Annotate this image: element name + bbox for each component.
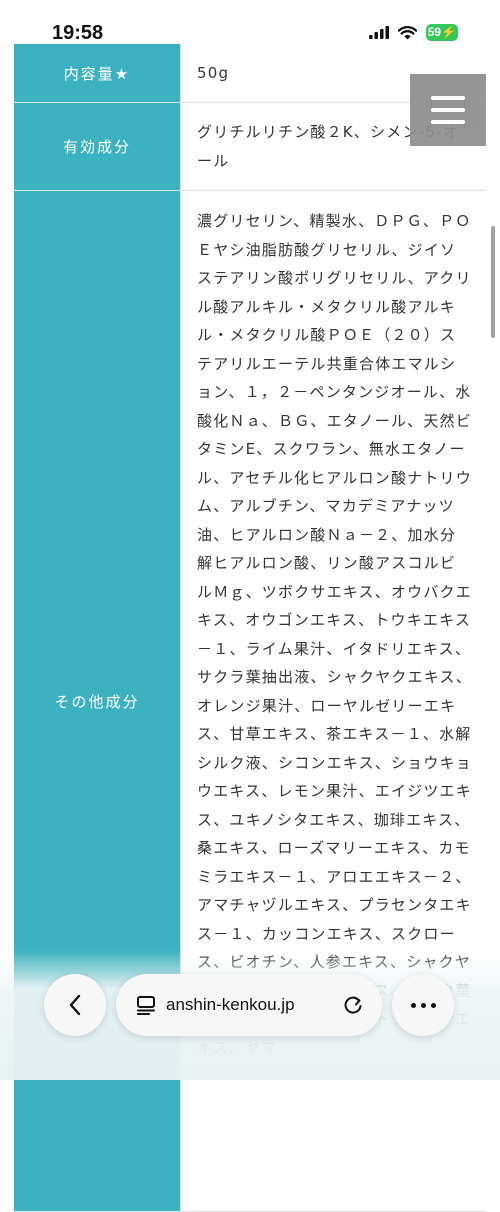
status-bar: 19:58 59⚡ <box>0 0 500 44</box>
reload-icon[interactable] <box>342 994 364 1016</box>
more-dots-icon <box>410 1002 436 1008</box>
url-text: anshin-kenkou.jp <box>166 995 295 1014</box>
tabs-icon[interactable] <box>136 995 156 1015</box>
row-header-capacity: 内容量★ <box>14 44 181 103</box>
hamburger-menu-icon[interactable] <box>410 74 486 146</box>
wifi-icon <box>397 25 417 39</box>
status-time: 19:58 <box>52 22 104 44</box>
status-icons: 59⚡ <box>368 24 458 41</box>
scrollbar[interactable] <box>491 226 495 338</box>
row-header-active-ingredients: 有効成分 <box>14 102 181 191</box>
menu-line <box>431 120 465 124</box>
more-button[interactable] <box>392 974 454 1036</box>
menu-line <box>431 96 465 100</box>
battery-charging-icon: 59⚡ <box>425 24 458 41</box>
battery-level: 59 <box>427 25 442 39</box>
back-button[interactable] <box>44 974 106 1036</box>
chevron-left-icon <box>69 994 81 1016</box>
cellular-signal-icon <box>368 26 389 39</box>
menu-line <box>431 108 465 112</box>
address-bar[interactable]: anshin-kenkou.jp <box>116 974 382 1036</box>
